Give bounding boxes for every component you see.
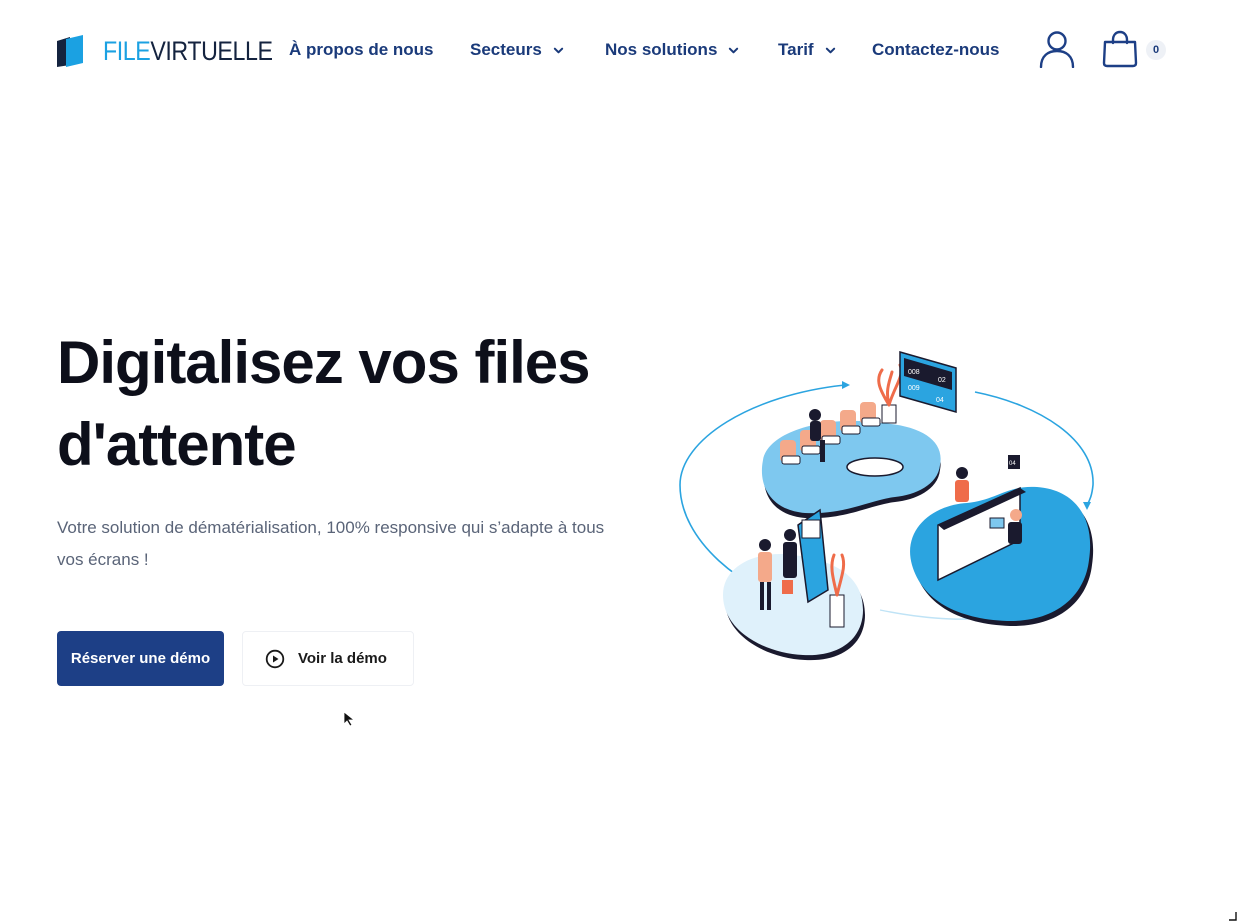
nav-item-about[interactable]: À propos de nous [289,38,434,62]
board-number-4: 04 [936,397,944,404]
book-demo-button[interactable]: Réserver une démo [57,631,224,686]
logo-text: FILEVIRTUELLE [103,35,273,67]
nav-label: À propos de nous [289,40,434,59]
play-circle-icon [265,649,285,668]
board-number-1: 008 [908,369,920,376]
counter-sign-number: 04 [1009,461,1016,467]
site-header: FILEVIRTUELLE À propos de nous Secteurs … [0,0,1237,100]
nav-label: Secteurs [470,40,542,59]
logo-text-virtuelle: VIRTUELLE [150,36,273,66]
watch-demo-label: Voir la démo [298,650,387,667]
user-icon[interactable] [1038,30,1076,68]
hero-subtitle: Votre solution de dématérialisation, 100… [57,518,605,569]
board-number-3: 009 [908,385,920,392]
chevron-down-icon [729,47,739,53]
chevron-down-icon [553,47,564,53]
mouse-cursor-icon [343,711,356,727]
resize-corner-icon[interactable] [1226,910,1237,922]
shopping-bag-icon[interactable] [1101,30,1139,68]
nav-label: Tarif [778,40,814,59]
nav-item-solutions[interactable]: Nos solutions [605,38,739,62]
chevron-down-icon [825,47,835,53]
nav-item-sectors[interactable]: Secteurs [470,38,564,62]
logo[interactable]: FILEVIRTUELLE [57,35,300,67]
cart-count-badge: 0 [1146,40,1166,60]
nav-item-pricing[interactable]: Tarif [778,38,836,62]
nav-item-contact[interactable]: Contactez-nous [872,38,1000,62]
logo-mark-icon [57,35,83,67]
watch-demo-button[interactable]: Voir la démo [242,631,414,686]
board-number-2: 02 [938,377,946,384]
nav-label: Contactez-nous [872,40,1000,59]
hero-title: Digitalisez vos files d'attente [57,329,591,478]
logo-text-file: FILE [103,36,151,66]
book-demo-label: Réserver une démo [70,650,211,667]
nav-label: Nos solutions [605,40,718,59]
waiting-room-illustration: 008 02 009 04 04 [679,351,1094,661]
